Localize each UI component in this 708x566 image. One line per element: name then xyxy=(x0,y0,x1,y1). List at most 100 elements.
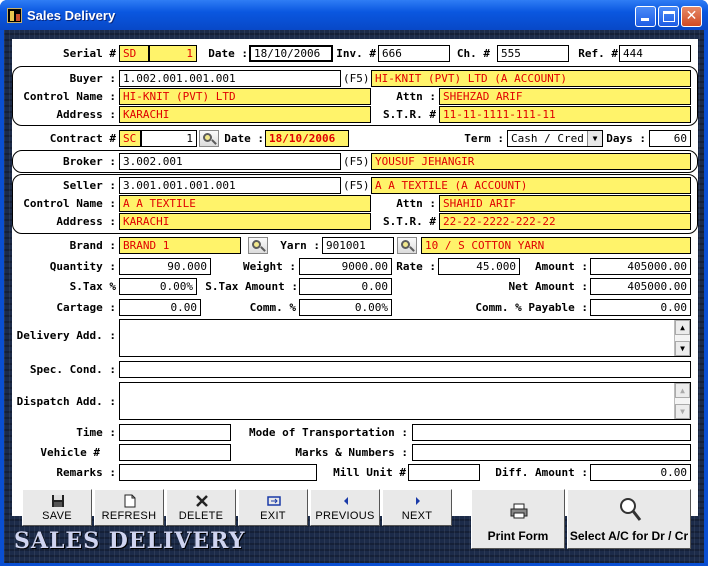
brand-lookup-button[interactable] xyxy=(248,237,268,254)
buyer-address-field[interactable]: KARACHI xyxy=(119,106,371,123)
stax-amount-field[interactable]: 0.00 xyxy=(299,278,392,295)
arrow-left-icon xyxy=(344,497,348,505)
mill-unit-field[interactable] xyxy=(408,464,480,481)
sales-delivery-window: Sales Delivery ✕ Serial # SD 1 Date : 18… xyxy=(0,0,708,566)
delivery-address-label: Delivery Add. : xyxy=(16,329,116,342)
stax-percent-label: S.Tax % xyxy=(69,280,116,293)
exit-button[interactable]: EXIT xyxy=(238,489,308,526)
buyer-str-field[interactable]: 11-11-1111-111-11 xyxy=(439,106,691,123)
printer-icon xyxy=(510,503,528,519)
contract-prefix-field[interactable]: SC xyxy=(119,130,141,147)
yarn-code-field[interactable]: 901001 xyxy=(322,237,394,254)
transport-mode-field[interactable] xyxy=(412,424,691,441)
comm-percent-field[interactable]: 0.00% xyxy=(299,299,392,316)
serial-number-field[interactable]: 1 xyxy=(149,45,197,62)
net-amount-label: Net Amount : xyxy=(508,280,588,293)
broker-code-field[interactable]: 3.002.001 xyxy=(119,153,341,170)
broker-label: Broker : xyxy=(63,155,116,168)
delete-button[interactable]: DELETE xyxy=(166,489,236,526)
buyer-code-field[interactable]: 1.002.001.001.001 xyxy=(119,70,341,87)
stax-percent-field[interactable]: 0.00% xyxy=(119,278,197,295)
weight-label: Weight : xyxy=(243,260,296,273)
reference-label: Ref. # xyxy=(578,47,618,60)
term-select[interactable]: Cash / Cred ▼ xyxy=(507,130,603,147)
seller-code-field[interactable]: 3.001.001.001.001 xyxy=(119,177,341,194)
scroll-down-icon[interactable]: ▼ xyxy=(675,404,690,419)
delete-x-icon xyxy=(196,495,208,507)
yarn-name-field[interactable]: 10 / S COTTON YARN xyxy=(421,237,691,254)
exit-label: EXIT xyxy=(260,510,286,522)
challan-field[interactable]: 555 xyxy=(497,45,569,62)
scroll-up-icon[interactable]: ▲ xyxy=(675,320,690,335)
broker-name-field[interactable]: YOUSUF JEHANGIR xyxy=(371,153,691,170)
date-field[interactable]: 18/10/2006 xyxy=(249,45,333,62)
remarks-field[interactable] xyxy=(119,464,317,481)
seller-control-name-field[interactable]: A A TEXTILE xyxy=(119,195,371,212)
buyer-attn-field[interactable]: SHEHZAD ARIF xyxy=(439,88,691,105)
minimize-button[interactable] xyxy=(635,6,656,27)
brand-label: Brand : xyxy=(69,239,116,252)
client-area: Serial # SD 1 Date : 18/10/2006 Inv. # 6… xyxy=(4,30,704,563)
time-field[interactable] xyxy=(119,424,231,441)
select-account-button[interactable]: Select A/C for Dr / Cr xyxy=(567,489,691,549)
buyer-name-field[interactable]: HI-KNIT (PVT) LTD (A ACCOUNT) xyxy=(371,70,691,87)
contract-lookup-button[interactable] xyxy=(199,130,219,147)
comm-payable-field[interactable]: 0.00 xyxy=(590,299,691,316)
seller-attn-field[interactable]: SHAHID ARIF xyxy=(439,195,691,212)
previous-button[interactable]: PREVIOUS xyxy=(310,489,380,526)
diff-amount-field[interactable]: 0.00 xyxy=(590,464,691,481)
contract-date-field[interactable]: 18/10/2006 xyxy=(265,130,349,147)
delivery-address-field[interactable]: ▲ ▼ xyxy=(119,319,691,357)
dispatch-address-field[interactable]: ▲ ▼ xyxy=(119,382,691,420)
scroll-up-icon[interactable]: ▲ xyxy=(675,383,690,398)
seller-label: Seller : xyxy=(63,179,116,192)
amount-label: Amount : xyxy=(535,260,588,273)
seller-address-label: Address : xyxy=(56,215,116,228)
contract-number-field[interactable]: 1 xyxy=(141,130,197,147)
delivery-form: Serial # SD 1 Date : 18/10/2006 Inv. # 6… xyxy=(12,39,698,516)
reference-field[interactable]: 444 xyxy=(619,45,691,62)
delivery-scrollbar[interactable]: ▲ ▼ xyxy=(674,320,690,356)
dispatch-scrollbar[interactable]: ▲ ▼ xyxy=(674,383,690,419)
days-label: Days : xyxy=(606,132,646,145)
new-document-icon xyxy=(124,494,136,508)
maximize-button[interactable] xyxy=(658,6,679,27)
chevron-down-icon[interactable]: ▼ xyxy=(587,131,602,146)
amount-field[interactable]: 405000.00 xyxy=(590,258,691,275)
stax-amount-label: S.Tax Amount : xyxy=(205,280,298,293)
seller-f5-hint: (F5) xyxy=(343,179,370,192)
marks-numbers-field[interactable] xyxy=(412,444,691,461)
screen-banner: SALES DELIVERY xyxy=(14,528,246,554)
invoice-field[interactable]: 666 xyxy=(378,45,450,62)
marks-numbers-label: Marks & Numbers : xyxy=(295,446,408,459)
yarn-lookup-button[interactable] xyxy=(397,237,417,254)
cartage-field[interactable]: 0.00 xyxy=(119,299,201,316)
save-button[interactable]: SAVE xyxy=(22,489,92,526)
spec-cond-field[interactable] xyxy=(119,361,691,378)
serial-prefix-field[interactable]: SD xyxy=(119,45,149,62)
title-bar: Sales Delivery ✕ xyxy=(0,0,708,30)
rate-field[interactable]: 45.000 xyxy=(438,258,520,275)
vehicle-field[interactable] xyxy=(119,444,231,461)
quantity-field[interactable]: 90.000 xyxy=(119,258,211,275)
seller-address-field[interactable]: KARACHI xyxy=(119,213,371,230)
scroll-down-icon[interactable]: ▼ xyxy=(675,341,690,356)
dispatch-address-label: Dispatch Add. : xyxy=(16,395,116,408)
close-button[interactable]: ✕ xyxy=(681,6,702,27)
net-amount-field[interactable]: 405000.00 xyxy=(590,278,691,295)
brand-field[interactable]: BRAND 1 xyxy=(119,237,241,254)
date-label: Date : xyxy=(208,47,248,60)
weight-field[interactable]: 9000.00 xyxy=(299,258,392,275)
select-account-label: Select A/C for Dr / Cr xyxy=(569,529,689,543)
floppy-disk-icon xyxy=(52,495,64,507)
next-button[interactable]: NEXT xyxy=(382,489,452,526)
print-form-button[interactable]: Print Form xyxy=(471,489,565,549)
window-title: Sales Delivery xyxy=(27,8,116,23)
buyer-address-label: Address : xyxy=(56,108,116,121)
buyer-control-name-field[interactable]: HI-KNIT (PVT) LTD xyxy=(119,88,371,105)
refresh-button[interactable]: REFRESH xyxy=(94,489,164,526)
seller-name-field[interactable]: A A TEXTILE (A ACCOUNT) xyxy=(371,177,691,194)
seller-str-field[interactable]: 22-22-2222-222-22 xyxy=(439,213,691,230)
days-field[interactable]: 60 xyxy=(649,130,691,147)
cartage-label: Cartage : xyxy=(56,301,116,314)
